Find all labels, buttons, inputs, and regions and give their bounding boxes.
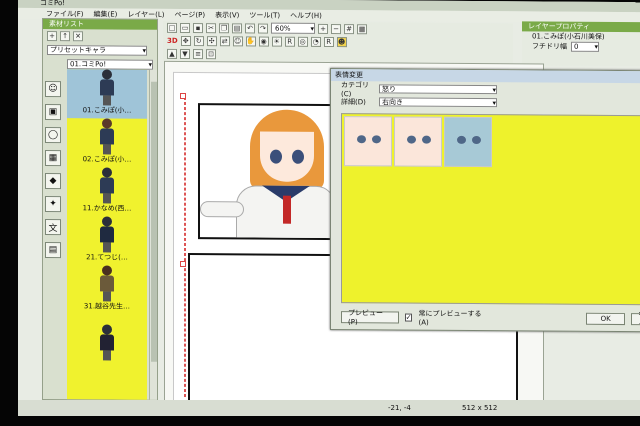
- status-bar: -21, -4 512 x 512: [18, 400, 640, 416]
- material-up-icon[interactable]: ↑: [60, 31, 70, 42]
- layer-down-icon[interactable]: ▼: [180, 48, 190, 59]
- subcategory-select[interactable]: 01.コミPo! ▾: [67, 59, 153, 70]
- material-delete-icon[interactable]: ✕: [73, 31, 83, 42]
- expression-icon[interactable]: ☻: [336, 36, 347, 47]
- character-arm: [200, 201, 244, 218]
- cursor-coords: -21, -4: [388, 404, 411, 412]
- category-label: カテゴリ(C): [341, 80, 369, 98]
- list-item[interactable]: 02.こみぽ(小…: [67, 118, 147, 168]
- outline-label: フチドリ幅: [532, 42, 567, 51]
- main-toolbar: □ ▭ ▪ ✂ ❐ ▤ ↶ ↷ 60% ▾ + − # ▦ 3D ✥ ↻ ✣ ⇄ …: [163, 20, 513, 64]
- flip-icon[interactable]: ⇄: [219, 35, 230, 46]
- expression-thumb[interactable]: [344, 116, 392, 167]
- menu-page[interactable]: ページ(P): [173, 9, 208, 19]
- layer-properties-panel: レイヤープロパティ 01.こみぽ(小石川美保) フチドリ幅 0 ▾: [522, 21, 640, 67]
- mode-3d-label: 3D: [167, 36, 178, 45]
- resize-handle[interactable]: [180, 260, 186, 268]
- reset-icon[interactable]: R: [284, 36, 295, 47]
- character-face: [260, 131, 314, 182]
- menu-tools[interactable]: ツール(T): [247, 10, 282, 20]
- paste-icon[interactable]: ▤: [232, 22, 242, 33]
- list-item[interactable]: 31.越谷先生…: [67, 265, 147, 315]
- list-item[interactable]: 21.てつじ(…: [67, 216, 147, 266]
- material-tabs: ☺ ▣ ◯ ▦ ◆ ✦ 文 ▤: [45, 81, 63, 265]
- camera-icon[interactable]: ◉: [258, 36, 269, 47]
- open-icon[interactable]: ▭: [180, 22, 190, 33]
- zoom-in-icon[interactable]: +: [318, 23, 328, 34]
- look-icon[interactable]: ◔: [310, 36, 321, 47]
- tab-panel-icon[interactable]: ▤: [45, 242, 61, 259]
- ok-button[interactable]: OK: [585, 312, 626, 326]
- detail-label: 詳細(D): [341, 97, 366, 106]
- layer-name: 01.こみぽ(小石川美保): [532, 32, 605, 41]
- list-item[interactable]: 11.かなめ(西…: [67, 167, 147, 217]
- reset-pose-icon[interactable]: R: [323, 36, 334, 47]
- preview-button[interactable]: プレビュー(P): [341, 309, 399, 326]
- copy-icon[interactable]: ❐: [219, 22, 229, 33]
- tab-prop-icon[interactable]: ▣: [45, 104, 61, 121]
- face-icon[interactable]: ☺: [232, 35, 243, 46]
- menu-help[interactable]: ヘルプ(H): [288, 10, 324, 20]
- zoom-select[interactable]: 60% ▾: [271, 22, 315, 34]
- tab-balloon-icon[interactable]: ◯: [45, 127, 61, 144]
- tab-character-icon[interactable]: ☺: [45, 81, 61, 98]
- layer-up-icon[interactable]: ▲: [167, 48, 177, 59]
- material-panel: 素材リスト + ↑ ✕ プリセットキャラ ▾ 01.コミPo! ▾ ☺ ▣ ◯ ▦ …: [42, 17, 158, 401]
- tab-background-icon[interactable]: ▦: [45, 150, 61, 167]
- material-scrollbar[interactable]: [149, 69, 157, 400]
- zoom-out-icon[interactable]: −: [331, 23, 341, 34]
- resize-handle[interactable]: [180, 92, 186, 100]
- tab-object-icon[interactable]: ◆: [45, 173, 61, 190]
- material-panel-title: 素材リスト: [43, 19, 157, 30]
- panel-icon[interactable]: ▦: [357, 23, 367, 34]
- cancel-button[interactable]: キャ: [631, 310, 640, 328]
- app-title: コミPo!: [40, 0, 66, 8]
- expression-dialog: 表情変更 カテゴリ(C) 怒り ▾ 詳細(D) 右向き ▾ プレビュー(P) ✓ 常…: [330, 68, 640, 333]
- app-window: コミPo! ファイル(F) 編集(E) レイヤー(L) ページ(P) 表示(V)…: [18, 0, 640, 415]
- tab-text-icon[interactable]: 文: [45, 219, 61, 236]
- grid-icon[interactable]: #: [344, 23, 354, 34]
- dialog-title: 表情変更: [331, 69, 640, 84]
- character-eye: [292, 149, 304, 164]
- pose-icon[interactable]: ✥: [180, 35, 191, 46]
- category-select[interactable]: 怒り ▾: [379, 84, 497, 95]
- expression-grid: [341, 113, 640, 306]
- hand-icon[interactable]: ✋: [245, 35, 256, 46]
- material-add-icon[interactable]: +: [47, 31, 57, 42]
- page-size: 512 x 512: [462, 404, 498, 412]
- undo-icon[interactable]: ↶: [245, 22, 255, 33]
- tab-effect-icon[interactable]: ✦: [45, 196, 61, 213]
- list-item[interactable]: 01.こみぽ(小…: [67, 69, 147, 119]
- lock-icon[interactable]: ⊡: [206, 48, 216, 59]
- new-icon[interactable]: □: [167, 22, 177, 33]
- expression-thumb[interactable]: [394, 116, 442, 167]
- orbit-icon[interactable]: ◎: [297, 36, 308, 47]
- detail-select[interactable]: 右向き ▾: [379, 97, 497, 108]
- redo-icon[interactable]: ↷: [258, 23, 268, 34]
- move-icon[interactable]: ✣: [206, 35, 217, 46]
- expression-thumb[interactable]: [444, 116, 492, 168]
- guide-line: [184, 96, 186, 398]
- always-preview-label: 常にプレビューする(A): [418, 309, 482, 327]
- preset-select[interactable]: プリセットキャラ ▾: [47, 45, 147, 56]
- light-icon[interactable]: ☀: [271, 36, 282, 47]
- cut-icon[interactable]: ✂: [206, 22, 216, 33]
- character-eye: [270, 149, 282, 164]
- menu-view[interactable]: 表示(V): [213, 10, 241, 20]
- always-preview-checkbox[interactable]: ✓: [404, 313, 413, 322]
- save-icon[interactable]: ▪: [193, 22, 203, 33]
- character-tie: [283, 195, 291, 224]
- list-item[interactable]: [67, 314, 147, 364]
- rotate-icon[interactable]: ↻: [193, 35, 204, 46]
- material-list: 01.こみぽ(小… 02.こみぽ(小… 11.かなめ(西… 21.てつじ(… 3…: [67, 69, 147, 400]
- align-icon[interactable]: ≡: [193, 48, 203, 59]
- outline-select[interactable]: 0 ▾: [571, 41, 599, 52]
